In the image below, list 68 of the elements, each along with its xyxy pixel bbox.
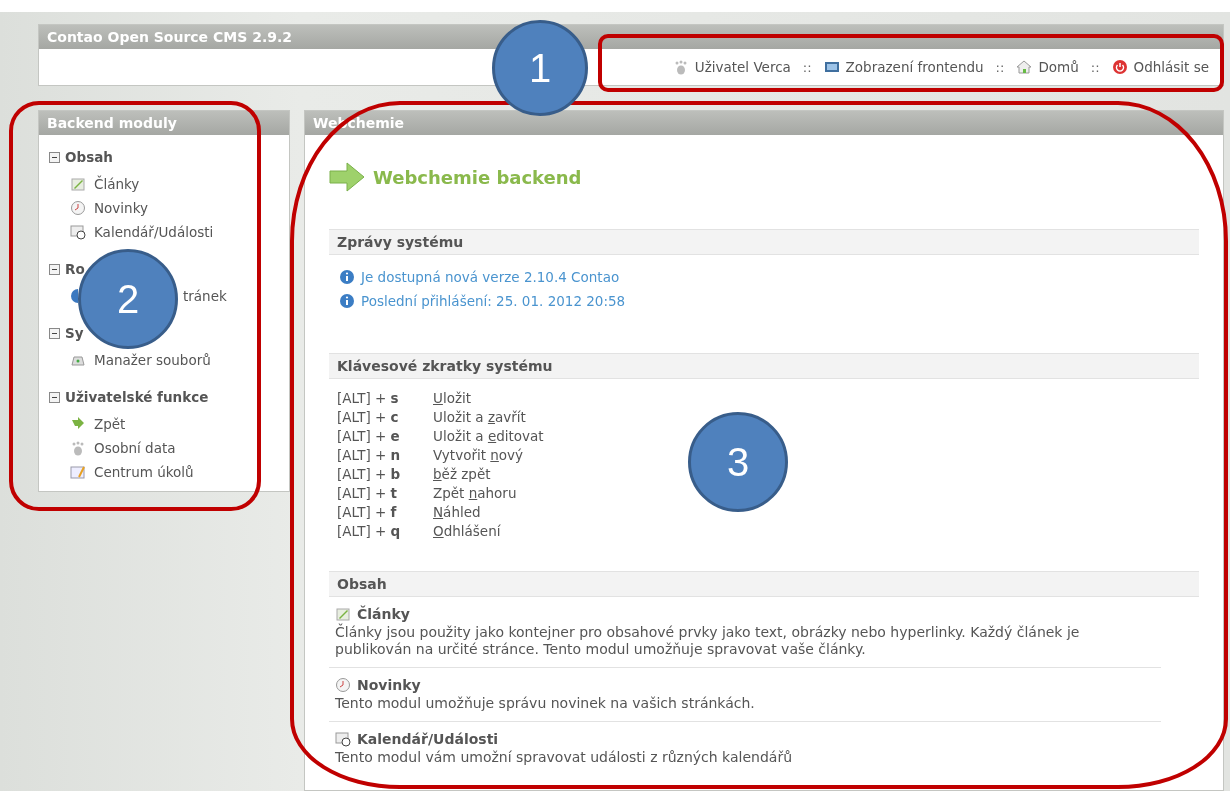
sidebar-group-label[interactable]: Uživatelské funkce: [65, 389, 209, 405]
module-description: Články jsou použity jako kontejner pro obsahové prvky jako text, obrázky nebo hyperlinky. Každý článek je publikován na určité stránce. Tento modul umožňuje spravovat vaše články.: [335, 624, 1081, 658]
shortcut-action: běž zpět: [433, 465, 491, 484]
section-header: Klávesové zkratky systému: [329, 353, 1199, 379]
arrow-icon: [329, 162, 365, 192]
module-title: Kalendář/Události: [357, 731, 499, 747]
shortcut-keys: [ALT] + s: [337, 389, 433, 408]
sidebar-item[interactable]: Kalendář/Události: [94, 224, 214, 240]
task-list-icon: [70, 464, 86, 480]
calendar-icon: [335, 731, 351, 747]
module-title: Novinky: [357, 677, 421, 693]
power-icon: [1111, 59, 1128, 75]
module-title: Články: [357, 606, 410, 622]
shortcut-action: Uložit: [433, 389, 472, 408]
sidebar-item[interactable]: Manažer souborů: [94, 352, 211, 368]
shortcut-action: Uložit a zavřít: [433, 408, 526, 427]
system-message: Poslední přihlášení: 25. 01. 2012 20:58: [361, 293, 626, 309]
sidebar-item[interactable]: Osobní data: [94, 440, 176, 456]
collapse-toggle[interactable]: [49, 391, 60, 403]
link-separator: ::: [1090, 59, 1100, 75]
collapse-toggle[interactable]: [49, 327, 60, 339]
footprint-icon: [70, 440, 86, 456]
sidebar-item[interactable]: Novinky: [94, 200, 148, 216]
sidebar-item[interactable]: Zpět: [94, 416, 126, 432]
shortcut-keys: [ALT] + t: [337, 484, 433, 503]
shortcut-action: Odhlášení: [433, 522, 501, 541]
sidebar-item[interactable]: Články: [94, 176, 140, 192]
shortcut-keys: [ALT] + e: [337, 427, 433, 446]
shortcut-keys: [ALT] + q: [337, 522, 433, 541]
section-header: Obsah: [329, 571, 1199, 597]
shortcut-keys: [ALT] + b: [337, 465, 433, 484]
shortcut-keys: [ALT] + n: [337, 446, 433, 465]
shortcut-keys: [ALT] + f: [337, 503, 433, 522]
sidebar-title: Backend moduly: [39, 111, 289, 135]
pencil-icon: [335, 606, 351, 622]
module-description: Tento modul vám umožní spravovat události z různých kalendářů: [335, 749, 793, 766]
shortcut-keys: [ALT] + c: [337, 408, 433, 427]
clock-icon: [70, 200, 86, 216]
header-link[interactable]: Domů: [1016, 59, 1079, 75]
header-link[interactable]: Odhlásit se: [1111, 59, 1209, 75]
monitor-icon: [823, 59, 840, 75]
collapse-toggle[interactable]: [49, 151, 60, 163]
pencil-icon: [70, 176, 86, 192]
shortcut-action: Vytvořit nový: [433, 446, 524, 465]
globe-icon: [70, 289, 78, 303]
page-heading: Webchemie backend: [373, 166, 582, 188]
shortcut-action: Uložit a editovat: [433, 427, 544, 446]
collapse-toggle[interactable]: [49, 263, 60, 275]
sidebar-group-label[interactable]: Obsah: [65, 149, 113, 165]
calendar-icon: [70, 224, 86, 240]
home-icon: [1016, 59, 1033, 75]
shortcut-action: Zpět nahoru: [433, 484, 517, 503]
link-separator: ::: [802, 59, 812, 75]
system-message: Je dostupná nová verze 2.10.4 Contao: [361, 269, 620, 285]
link-separator: ::: [995, 59, 1005, 75]
sidebar-item[interactable]: Centrum úkolů: [94, 464, 194, 480]
header-link[interactable]: Zobrazení frontendu: [823, 59, 984, 75]
sidebar-group-label[interactable]: Ro: [65, 261, 85, 277]
sidebar-group-label[interactable]: Sy: [65, 325, 84, 341]
module-description: Tento modul umožňuje správu novinek na vašich stránkách.: [335, 695, 756, 712]
shortcut-action: Náhled: [433, 503, 481, 522]
sidebar-item[interactable]: tránek: [183, 288, 227, 304]
header-link[interactable]: Uživatel Verca: [672, 59, 791, 75]
info-icon: [339, 293, 355, 309]
arrow-icon: [70, 416, 86, 432]
section-header: Zprávy systému: [329, 229, 1199, 255]
info-icon: [339, 269, 355, 285]
clock-icon: [335, 677, 351, 693]
